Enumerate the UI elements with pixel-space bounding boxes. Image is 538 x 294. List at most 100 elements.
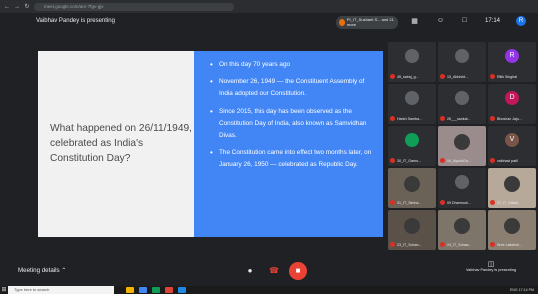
participant-name: 27_IT_Saksh...: [497, 201, 522, 205]
presenter-text: Vaibhav Pandey is presenting: [36, 18, 115, 24]
present-label: Vaibhav Pandey is presenting: [466, 268, 516, 272]
participant-name: 31_IT_Simha...: [397, 201, 422, 205]
participant-tile[interactable]: 24_IT_Suhas...: [438, 210, 486, 250]
mic-muted-icon: [490, 158, 495, 163]
participant-tile[interactable]: 27_IT_Saksh...: [488, 168, 536, 208]
participant-tile[interactable]: 23_IT_Sohan...: [388, 210, 436, 250]
avatar: [405, 91, 419, 105]
microphone-button[interactable]: ●: [241, 262, 259, 280]
participant-name: 45_sairaj_g...: [397, 75, 419, 79]
avatar: [504, 176, 520, 192]
participant-tile[interactable]: R Ritik Singhal: [488, 42, 536, 82]
mic-muted-icon: [490, 74, 495, 79]
participant-tile[interactable]: V vaibhavi patil: [488, 126, 536, 166]
browser-chrome: ← → ↻ meet.google.com/aor-7fgv-gjv: [0, 0, 538, 13]
chat-icon[interactable]: □: [460, 17, 469, 24]
clock: 17:14: [485, 18, 501, 24]
presented-slide: What happened on 26/11/1949, celebrated …: [38, 51, 383, 237]
participant-tile[interactable]: 09 Dharmodi...: [438, 168, 486, 208]
participant-name: Harsh Samba...: [397, 117, 422, 121]
pinned-participants-chip[interactable]: PI_IT_Sushant S... and 21 more: [336, 16, 398, 29]
reload-icon[interactable]: ↻: [24, 3, 30, 10]
participant-name: 23_IT_Sohan...: [397, 243, 422, 247]
mic-muted-icon: [390, 200, 395, 205]
taskbar-search-input[interactable]: Type here to search: [8, 286, 114, 294]
participant-name: Sree Lakshmi...: [497, 243, 522, 247]
address-bar[interactable]: meet.google.com/aor-7fgv-gjv: [34, 2, 234, 11]
avatar: [454, 218, 470, 234]
avatar: [404, 176, 420, 192]
avatar: D: [505, 91, 519, 105]
present-button[interactable]: ◫ Vaibhav Pandey is presenting: [466, 260, 516, 273]
app-icon[interactable]: [165, 287, 173, 293]
participant-name: 09 Dharmodi...: [447, 201, 471, 205]
slide-question-panel: What happened on 26/11/1949, celebrated …: [38, 51, 194, 237]
participant-tile[interactable]: 45_sairaj_g...: [388, 42, 436, 82]
mic-muted-icon: [390, 158, 395, 163]
file-explorer-icon[interactable]: [126, 287, 134, 293]
slide-bullet: Since 2015, this day has been observed a…: [209, 106, 379, 143]
mic-muted-icon: [440, 242, 445, 247]
avatar: V: [505, 133, 519, 147]
present-icon: ◫: [487, 261, 495, 268]
app-icon[interactable]: [178, 287, 186, 293]
participant-name: vaibhavi patil: [497, 159, 518, 163]
mic-muted-icon: [490, 242, 495, 247]
slide-bullet: November 26, 1949 — the Constituent Asse…: [209, 76, 379, 100]
system-tray: ENG 17:14 PM: [509, 288, 534, 292]
meet-bottom-bar: Meeting details ⌃ ● ☎ ■ ◫ Vaibhav Pandey…: [0, 256, 538, 286]
taskbar-apps: [126, 287, 186, 293]
mic-muted-icon: [390, 116, 395, 121]
participant-name: Bhushan Jaju...: [497, 117, 522, 121]
user-avatar[interactable]: R: [516, 16, 526, 26]
mic-muted-icon: [490, 200, 495, 205]
participant-name: 24_IT_Suhas...: [447, 243, 472, 247]
slide-bullets: On this day 70 years ago November 26, 19…: [209, 59, 379, 177]
mic-muted-icon: [390, 242, 395, 247]
participant-dot-icon: [339, 19, 345, 26]
mic-muted-icon: [440, 158, 445, 163]
mic-muted-icon: [390, 74, 395, 79]
participant-tile[interactable]: Harsh Samba...: [388, 84, 436, 124]
slide-answer-panel: On this day 70 years ago November 26, 19…: [194, 51, 383, 237]
participant-tile[interactable]: 30_IT_Gamo...: [388, 126, 436, 166]
forward-icon[interactable]: →: [14, 4, 20, 10]
mic-muted-icon: [440, 116, 445, 121]
avatar: [405, 133, 419, 147]
mic-muted-icon: [440, 200, 445, 205]
avatar: [454, 134, 470, 150]
avatar: R: [505, 49, 519, 63]
chevron-up-icon: ⌃: [61, 267, 67, 274]
participant-name: 30_IT_Gamo...: [397, 159, 421, 163]
people-icon[interactable]: ☺: [436, 17, 445, 24]
slide-bullet: On this day 70 years ago: [209, 59, 379, 71]
pinned-chip-label: PI_IT_Sushant S... and 21 more: [346, 17, 394, 27]
layout-icon[interactable]: ▦: [410, 17, 419, 25]
participant-name: 04_AyushGa...: [447, 159, 471, 163]
participant-name: Ritik Singhal: [497, 75, 517, 79]
windows-start-icon[interactable]: ⊞: [0, 286, 8, 294]
avatar: [455, 49, 469, 63]
slide-question: What happened on 26/11/1949, celebrated …: [50, 123, 192, 164]
app-icon[interactable]: [152, 287, 160, 293]
participant-tile[interactable]: 13_Abhisht...: [438, 42, 486, 82]
mic-muted-icon: [440, 74, 445, 79]
os-taskbar: ⊞ Type here to search ENG 17:14 PM: [0, 286, 538, 294]
slide-bullet: The Constitution came into effect two mo…: [209, 147, 379, 171]
mic-muted-icon: [490, 116, 495, 121]
participant-tile[interactable]: 31_IT_Simha...: [388, 168, 436, 208]
back-icon[interactable]: ←: [4, 4, 10, 10]
camera-off-button[interactable]: ■: [289, 262, 307, 280]
chrome-icon[interactable]: [139, 287, 147, 293]
meeting-details-button[interactable]: Meeting details ⌃: [18, 267, 67, 274]
participant-tile[interactable]: 04_AyushGa...: [438, 126, 486, 166]
end-call-button[interactable]: ☎: [265, 262, 283, 280]
avatar: [504, 218, 520, 234]
participant-tile[interactable]: D Bhushan Jaju...: [488, 84, 536, 124]
meeting-details-label: Meeting details: [18, 267, 60, 274]
participant-name: 26___sankal...: [447, 117, 471, 121]
participant-tile[interactable]: 26___sankal...: [438, 84, 486, 124]
participant-tile[interactable]: Sree Lakshmi...: [488, 210, 536, 250]
avatar: [455, 175, 469, 189]
avatar: [404, 218, 420, 234]
